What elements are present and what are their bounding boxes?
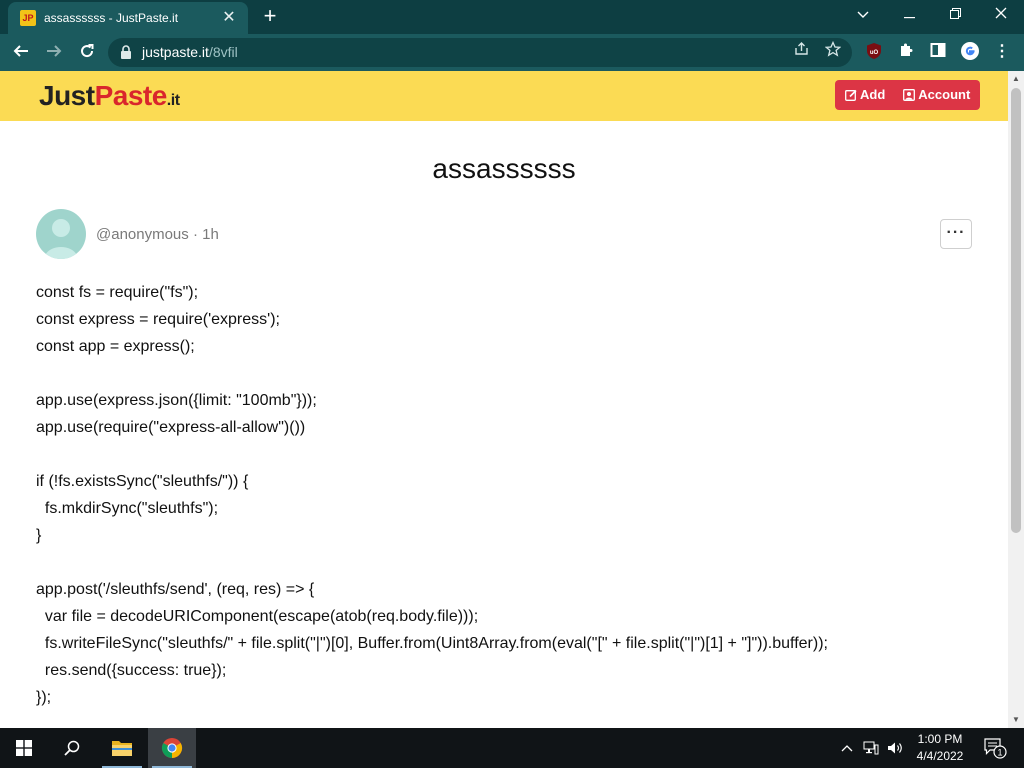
clock-date: 4/4/2022 — [916, 749, 964, 763]
page-scrollbar[interactable]: ▲ ▼ — [1008, 71, 1024, 728]
notification-icon: 1 — [984, 738, 1007, 759]
search-icon — [64, 740, 80, 756]
edit-icon — [845, 89, 857, 101]
code-line: app.use(express.json({limit: "100mb"})); — [36, 392, 317, 409]
file-explorer-button[interactable] — [98, 728, 146, 768]
tab-close-icon[interactable]: ✕ — [220, 9, 238, 27]
site-header: JustPaste.it Add Account — [0, 71, 1008, 121]
code-line: const express = require('express'); — [36, 311, 280, 328]
search-button[interactable] — [48, 728, 96, 768]
taskbar-clock[interactable]: 1:00 PM 4/4/2022 — [910, 731, 970, 765]
browser-titlebar: JP assassssss - JustPaste.it ✕ + — [0, 0, 1024, 34]
paste-age: 1h — [202, 226, 219, 243]
notification-count: 1 — [997, 748, 1002, 758]
reload-icon[interactable] — [74, 40, 100, 66]
web-page: JustPaste.it Add Account assassssss @ano… — [0, 71, 1008, 728]
address-bar[interactable]: justpaste.it/8vfil — [108, 38, 852, 67]
google-account-avatar-icon[interactable] — [960, 42, 980, 62]
logo-it: .it — [166, 92, 180, 109]
minimize-window-button[interactable] — [886, 0, 932, 30]
scrollbar-thumb[interactable] — [1011, 88, 1021, 533]
bookmark-star-icon[interactable] — [822, 40, 844, 63]
folder-icon — [112, 741, 132, 756]
url-host: justpaste.it — [142, 44, 209, 60]
paste-meta: @anonymous · 1h — [96, 226, 219, 243]
side-panel-icon[interactable] — [928, 42, 948, 62]
chrome-menu-icon[interactable]: ⋮ — [992, 42, 1012, 62]
ublock-extension-icon[interactable]: uO — [864, 42, 884, 62]
user-card-icon — [903, 89, 916, 101]
lock-icon[interactable] — [120, 45, 132, 59]
author-name[interactable]: @anonymous — [96, 226, 189, 243]
browser-toolbar: justpaste.it/8vfil uO ⋮ — [0, 34, 1024, 71]
scroll-up-arrow-icon[interactable]: ▲ — [1008, 71, 1024, 87]
restore-window-button[interactable] — [932, 0, 978, 30]
chrome-icon — [161, 738, 183, 759]
code-line: fs.writeFileSync("sleuthfs/" + file.spli… — [36, 635, 828, 652]
svg-text:uO: uO — [870, 50, 879, 56]
back-arrow-icon[interactable] — [8, 40, 34, 66]
code-line: app.use(require("express-all-allow")()) — [36, 419, 306, 436]
add-button-label: Add — [860, 87, 886, 102]
avatar-silhouette-icon — [44, 219, 78, 259]
windows-start-button[interactable] — [0, 728, 48, 768]
meta-separator: · — [192, 226, 198, 243]
windows-taskbar: 1:00 PM 4/4/2022 1 — [0, 728, 1024, 768]
tab-title: assassssss - JustPaste.it — [44, 11, 179, 25]
browser-tab-active[interactable]: JP assassssss - JustPaste.it ✕ — [8, 2, 248, 34]
code-line: fs.mkdirSync("sleuthfs"); — [36, 500, 219, 517]
code-line: const fs = require("fs"); — [36, 284, 199, 301]
add-button[interactable]: Add — [835, 80, 894, 110]
code-line: } — [36, 527, 42, 544]
code-line: if (!fs.existsSync("sleuthfs/")) { — [36, 473, 249, 490]
paste-title: assassssss — [432, 153, 576, 184]
code-line: const app = express(); — [36, 338, 195, 355]
windows-logo-icon — [16, 740, 32, 756]
paste-content: const fs = require("fs"); const express =… — [36, 279, 986, 711]
account-button-label: Account — [918, 87, 971, 102]
logo-paste: Paste — [94, 80, 168, 111]
logo-just: Just — [39, 80, 95, 111]
author-avatar — [36, 209, 86, 259]
notification-center-button[interactable]: 1 — [980, 728, 1010, 768]
code-line: var file = decodeURIComponent(escape(ato… — [36, 608, 479, 625]
new-tab-button[interactable]: + — [258, 5, 282, 29]
share-icon[interactable] — [790, 41, 812, 63]
header-button-group: Add Account — [835, 80, 981, 110]
justpaste-logo[interactable]: JustPaste.it — [39, 80, 180, 112]
url-path: /8vfil — [208, 44, 238, 60]
chrome-taskbar-button[interactable] — [148, 728, 196, 768]
network-icon[interactable] — [860, 728, 882, 768]
code-line: app.post('/sleuthfs/send', (req, res) =>… — [36, 581, 315, 598]
extensions-puzzle-icon[interactable] — [896, 42, 916, 62]
forward-arrow-icon[interactable] — [41, 40, 67, 66]
code-line: res.send({success: true}); — [36, 662, 227, 679]
justpaste-favicon-icon: JP — [20, 10, 36, 26]
tab-search-chevron-icon[interactable] — [840, 0, 886, 30]
volume-icon[interactable] — [884, 728, 906, 768]
close-window-button[interactable] — [978, 0, 1024, 30]
url-text[interactable]: justpaste.it/8vfil — [142, 44, 238, 60]
account-button[interactable]: Account — [893, 80, 981, 110]
code-line: }); — [36, 689, 52, 706]
clock-time: 1:00 PM — [917, 732, 963, 746]
more-options-button[interactable]: ··· — [940, 219, 972, 249]
show-hidden-icons-chevron-icon[interactable] — [838, 728, 856, 768]
scroll-down-arrow-icon[interactable]: ▼ — [1008, 712, 1024, 728]
